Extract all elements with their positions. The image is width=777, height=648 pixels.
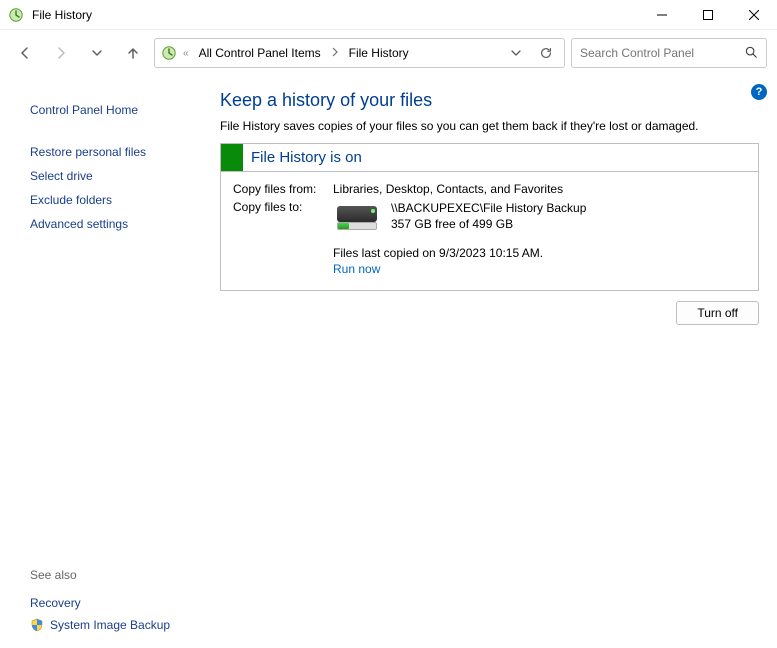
destination-path: \\BACKUPEXEC\File History Backup [391,200,586,216]
last-copied-text: Files last copied on 9/3/2023 10:15 AM. [333,246,746,260]
window-title: File History [32,8,92,22]
status-stripe [221,144,243,171]
search-box[interactable] [571,38,767,68]
window-titlebar: File History [0,0,777,30]
sidebar-exclude[interactable]: Exclude folders [30,188,200,212]
search-icon[interactable] [744,45,758,62]
forward-button[interactable] [46,39,76,67]
copy-from-value: Libraries, Desktop, Contacts, and Favori… [333,182,563,196]
recent-locations-button[interactable] [82,39,112,67]
breadcrumb-all-control-panel-items[interactable]: All Control Panel Items [195,44,325,62]
address-bar[interactable]: « All Control Panel Items File History [154,38,565,68]
copy-to-label: Copy files to: [233,200,333,232]
close-button[interactable] [731,0,777,30]
see-also-section: See also Recovery System Image Backup [30,568,170,636]
up-button[interactable] [118,39,148,67]
copy-from-label: Copy files from: [233,182,333,196]
sidebar-select-drive[interactable]: Select drive [30,164,200,188]
file-history-icon [8,7,24,23]
run-now-link[interactable]: Run now [333,262,380,276]
sidebar-restore[interactable]: Restore personal files [30,140,200,164]
window-controls [639,0,777,30]
main-content: ? Keep a history of your files File Hist… [210,76,777,648]
sidebar-advanced[interactable]: Advanced settings [30,212,200,236]
back-button[interactable] [10,39,40,67]
status-panel-header: File History is on [221,144,758,172]
minimize-button[interactable] [639,0,685,30]
address-history-button[interactable] [504,41,528,65]
page-heading: Keep a history of your files [220,90,759,111]
breadcrumb-file-history[interactable]: File History [345,44,413,62]
breadcrumb-truncated-icon[interactable]: « [183,48,189,59]
control-panel-icon [161,45,177,61]
status-panel: File History is on Copy files from: Libr… [220,143,759,291]
drive-icon [333,200,381,232]
help-icon[interactable]: ? [751,84,767,100]
sidebar: Control Panel Home Restore personal file… [0,76,210,648]
destination-space: 357 GB free of 499 GB [391,216,586,232]
maximize-button[interactable] [685,0,731,30]
see-also-label: See also [30,568,170,582]
refresh-button[interactable] [534,41,558,65]
see-also-system-image-backup[interactable]: System Image Backup [30,614,170,636]
status-title: File History is on [243,149,362,166]
turn-off-button[interactable]: Turn off [676,301,759,325]
navigation-bar: « All Control Panel Items File History [0,30,777,76]
search-input[interactable] [580,46,744,60]
see-also-recovery[interactable]: Recovery [30,592,170,614]
sidebar-home[interactable]: Control Panel Home [30,98,200,122]
page-subheading: File History saves copies of your files … [220,119,759,133]
chevron-right-icon[interactable] [331,47,339,60]
shield-icon [30,618,44,632]
